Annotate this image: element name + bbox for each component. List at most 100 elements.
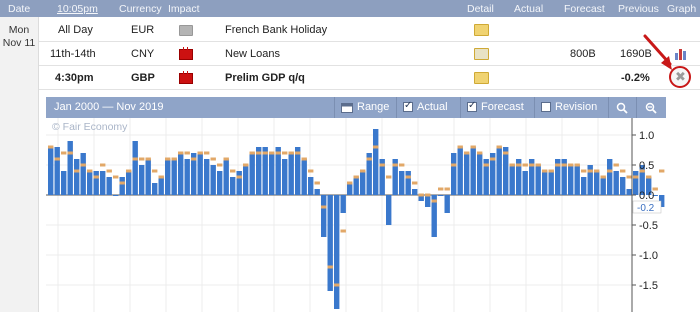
forecast-marker: [223, 157, 229, 161]
graph-icon[interactable]: [675, 46, 689, 60]
forecast-marker: [204, 151, 210, 155]
range-button-label: Range: [357, 101, 390, 113]
forecast-marker: [477, 151, 483, 155]
actual-checkbox[interactable]: [403, 100, 413, 112]
magnifier-icon: [616, 102, 628, 114]
revision-toggle[interactable]: Revision: [534, 97, 607, 118]
header-time-link[interactable]: 10:05pm: [57, 3, 98, 15]
forecast-marker: [451, 163, 457, 167]
impact-low-icon[interactable]: [179, 25, 193, 36]
actual-bar: [184, 159, 190, 195]
header-forecast: Forecast: [564, 3, 605, 15]
range-button[interactable]: Range: [334, 97, 392, 118]
actual-bar: [80, 153, 86, 195]
close-icon[interactable]: ✖: [675, 69, 686, 85]
impact-high-icon[interactable]: [179, 71, 193, 84]
actual-bar: [574, 165, 580, 195]
forecast-marker: [288, 151, 294, 155]
forecast-checkbox[interactable]: [467, 100, 477, 112]
event-title[interactable]: Prelim GDP q/q: [225, 72, 305, 84]
actual-bar: [139, 165, 145, 195]
event-row-selected[interactable]: 4:30pm GBP Prelim GDP q/q -0.2%: [39, 66, 700, 90]
forecast-marker: [243, 163, 249, 167]
actual-bar: [327, 195, 333, 291]
actual-toggle[interactable]: Actual: [396, 97, 457, 118]
actual-bar: [464, 153, 470, 195]
actual-bar: [509, 165, 515, 195]
detail-folder-icon[interactable]: [474, 72, 489, 84]
forecast-marker: [197, 151, 203, 155]
forecast-marker: [230, 169, 236, 173]
actual-bar: [113, 195, 119, 196]
event-row[interactable]: All Day EUR French Bank Holiday: [39, 18, 700, 42]
forecast-marker: [581, 169, 587, 173]
forecast-marker: [405, 175, 411, 179]
forecast-marker: [399, 163, 405, 167]
graph-range-text: Jan 2000 — Nov 2019: [54, 101, 164, 113]
forecast-marker: [191, 157, 197, 161]
actual-bar: [438, 195, 444, 196]
forecast-toggle[interactable]: Forecast: [460, 97, 533, 118]
gdp-bar-chart[interactable]: 1.0 0.5 0.0 -0.5 -1.0 -1.5 -0.2: [46, 118, 666, 312]
forecast-marker: [431, 199, 437, 203]
forecast-marker: [620, 169, 626, 173]
actual-bar: [106, 177, 112, 195]
forecast-marker: [626, 175, 632, 179]
forecast-marker: [100, 163, 106, 167]
actual-bar: [386, 195, 392, 225]
chart-watermark: © Fair Economy: [52, 121, 128, 133]
actual-bar: [314, 189, 320, 195]
actual-bar: [620, 177, 626, 195]
forecast-marker: [80, 163, 86, 167]
forecast-marker: [48, 145, 54, 149]
actual-bar: [360, 171, 366, 195]
actual-bar: [171, 159, 177, 195]
zoom-out-button[interactable]: [636, 97, 667, 118]
header-actual: Actual: [514, 3, 544, 15]
header-graph: Graph: [667, 3, 697, 15]
actual-bar: [236, 171, 242, 195]
actual-bar: [607, 159, 613, 195]
close-graph-button[interactable]: ✖: [669, 66, 691, 88]
forecast-marker: [457, 145, 463, 149]
actual-bar: [100, 171, 106, 195]
forecast-marker: [158, 175, 164, 179]
actual-bar: [48, 147, 54, 195]
detail-folder-open-icon[interactable]: [474, 48, 489, 60]
event-currency: EUR: [131, 24, 155, 36]
forecast-marker: [340, 229, 346, 233]
forecast-marker: [334, 283, 340, 287]
event-title[interactable]: New Loans: [225, 48, 280, 60]
calendar-icon: [341, 103, 353, 113]
actual-bar: [249, 153, 255, 195]
forecast-marker: [126, 169, 132, 173]
actual-bar: [54, 147, 60, 195]
actual-bar: [347, 183, 353, 195]
forecast-marker: [594, 169, 600, 173]
event-currency: GBP: [131, 72, 155, 84]
forecast-marker: [145, 157, 151, 161]
event-title[interactable]: French Bank Holiday: [225, 24, 327, 36]
y-tick-label: -0.5: [639, 220, 658, 232]
actual-bar: [477, 153, 483, 195]
actual-bar: [119, 177, 125, 195]
event-previous: -0.2%: [621, 72, 650, 84]
revision-checkbox[interactable]: [541, 102, 551, 112]
actual-bar: [230, 177, 236, 195]
forecast-marker: [217, 163, 223, 167]
forecast-marker: [496, 145, 502, 149]
forecast-marker: [659, 169, 665, 173]
header-currency: Currency: [119, 3, 162, 15]
forecast-marker: [132, 157, 138, 161]
forecast-marker: [119, 181, 125, 185]
graph-panel: Jan 2000 — Nov 2019 Range Actual Forecas…: [46, 97, 666, 312]
actual-bar: [613, 171, 619, 195]
actual-bar: [373, 129, 379, 195]
detail-folder-icon[interactable]: [474, 24, 489, 36]
forecast-marker: [269, 151, 275, 155]
impact-high-icon[interactable]: [179, 47, 193, 60]
forecast-marker: [236, 175, 242, 179]
forecast-marker: [555, 163, 561, 167]
event-row[interactable]: 11th-14th CNY New Loans 800B 1690B: [39, 42, 700, 66]
zoom-search-button[interactable]: [608, 97, 635, 118]
